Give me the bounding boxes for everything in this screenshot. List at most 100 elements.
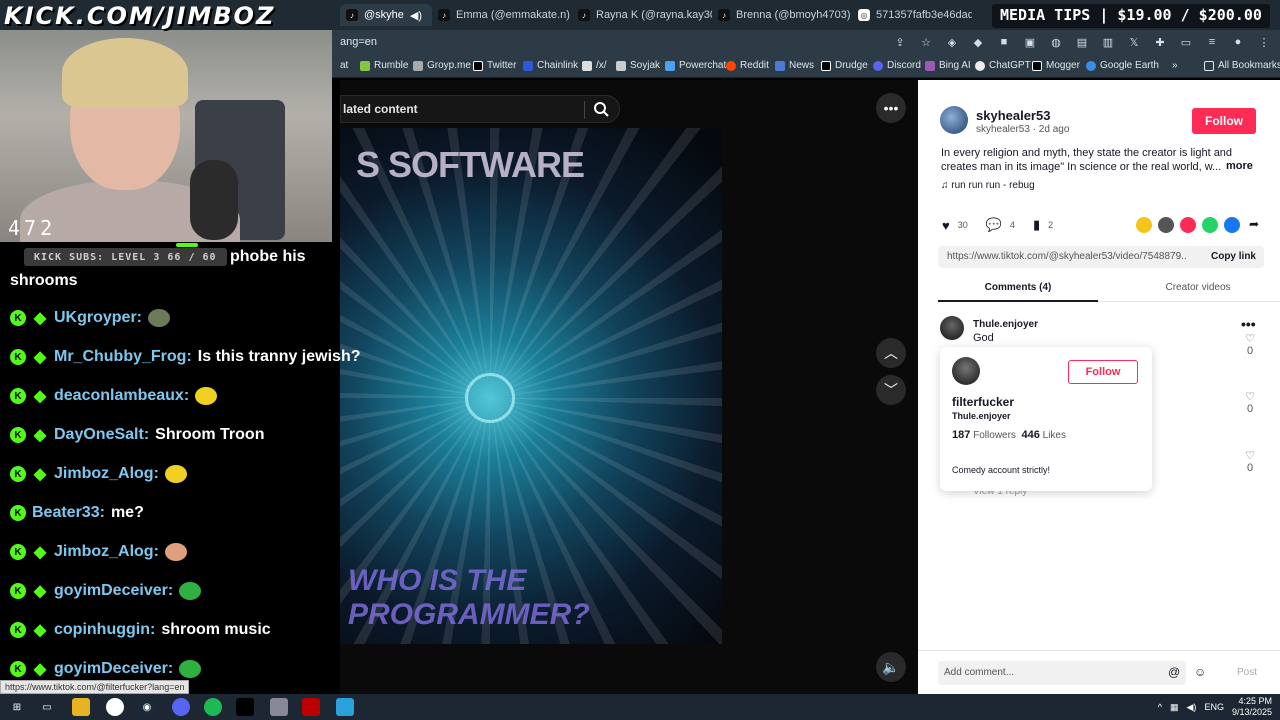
- comment-icon[interactable]: 💬: [986, 217, 1002, 233]
- bookmark-groyp[interactable]: Groyp.me: [413, 60, 471, 71]
- tab-hash[interactable]: ◎ 571357fafb3e46dad25216: [852, 4, 972, 26]
- music-row[interactable]: ♫ run run run - rebug: [941, 180, 1035, 191]
- puzzle-icon[interactable]: ✚: [1152, 34, 1168, 50]
- extension-icon[interactable]: ▣: [1022, 34, 1038, 50]
- heart-icon[interactable]: ♥: [942, 218, 950, 233]
- tab-emma[interactable]: ♪ Emma (@emmakate.n) | T ✕: [432, 4, 572, 26]
- windows-start-icon[interactable]: ⊞: [8, 698, 26, 716]
- chat-username[interactable]: DayOneSalt:: [54, 426, 149, 444]
- extension-icon[interactable]: ■: [996, 34, 1012, 50]
- comment-like[interactable]: ♡ 0: [1242, 332, 1258, 357]
- chrome-icon[interactable]: [106, 698, 124, 716]
- chat-username[interactable]: goyimDeceiver:: [54, 582, 173, 600]
- chat-username[interactable]: Jimboz_Alog:: [54, 465, 159, 483]
- sidepanel-icon[interactable]: ▭: [1178, 34, 1194, 50]
- volume-icon[interactable]: ◀): [1187, 702, 1197, 713]
- more-link[interactable]: more: [1226, 160, 1253, 172]
- author-avatar[interactable]: [940, 106, 968, 134]
- bookmark-powerchat[interactable]: Powerchat: [665, 60, 726, 71]
- comment-like[interactable]: ♡ 0: [1242, 449, 1258, 474]
- app-icon[interactable]: [270, 698, 288, 716]
- tab-brenna[interactable]: ♪ Brenna (@bmoyh4703) | T ✕: [712, 4, 852, 26]
- bookmarks-overflow[interactable]: »: [1172, 60, 1178, 71]
- extension-icon[interactable]: ◆: [970, 34, 986, 50]
- bookmark-rumble[interactable]: Rumble: [360, 60, 408, 71]
- bookmark-chainlink[interactable]: Chainlink: [523, 60, 578, 71]
- extension-icon[interactable]: ◈: [944, 34, 960, 50]
- tab-rayna[interactable]: ♪ Rayna K (@rayna.kay30) | ✕: [572, 4, 712, 26]
- extension-icon[interactable]: ▥: [1100, 34, 1116, 50]
- send-icon[interactable]: [1180, 217, 1196, 233]
- video-frame[interactable]: S SOFTWARE WHO IS THE PROGRAMMER?: [340, 128, 722, 644]
- facebook-icon[interactable]: [1224, 217, 1240, 233]
- bookmark-google-earth[interactable]: Google Earth: [1086, 60, 1159, 71]
- url-field[interactable]: ang=en: [340, 36, 377, 48]
- tab-skyhealer[interactable]: ♪ @skyhe ◀) ✕: [340, 4, 432, 26]
- profile-icon[interactable]: ●: [1230, 34, 1246, 50]
- bookmark-x[interactable]: /x/: [582, 60, 607, 71]
- extension-icon[interactable]: ▤: [1074, 34, 1090, 50]
- chat-username[interactable]: Jimboz_Alog:: [54, 543, 159, 561]
- chevron-up-icon[interactable]: ︿: [876, 338, 906, 368]
- file-explorer-icon[interactable]: [72, 698, 90, 716]
- copy-link-button[interactable]: Copy link: [1211, 251, 1256, 262]
- app-icon[interactable]: [302, 698, 320, 716]
- all-bookmarks[interactable]: All Bookmarks: [1204, 60, 1280, 71]
- chat-username[interactable]: Beater33:: [32, 504, 105, 522]
- tab-comments[interactable]: Comments (4): [938, 282, 1098, 293]
- search-box[interactable]: lated content: [340, 95, 620, 123]
- chat-username[interactable]: copinhuggin:: [54, 621, 155, 639]
- tab-creator-videos[interactable]: Creator videos: [1118, 282, 1278, 293]
- search-icon[interactable]: [593, 101, 609, 117]
- emoji-icon[interactable]: ☺: [1194, 665, 1206, 679]
- commenter-avatar[interactable]: [940, 316, 964, 340]
- more-options-icon[interactable]: •••: [876, 93, 906, 123]
- bookmark-twitter[interactable]: Twitter: [473, 60, 516, 71]
- comment-input[interactable]: Add comment...: [938, 661, 1186, 685]
- chat-username[interactable]: goyimDeceiver:: [54, 660, 173, 678]
- hover-card-avatar[interactable]: [952, 357, 980, 385]
- embed-icon[interactable]: [1158, 217, 1174, 233]
- whatsapp-icon[interactable]: [1202, 217, 1218, 233]
- bookmark-news[interactable]: News: [775, 60, 814, 71]
- chevron-down-icon[interactable]: ﹀: [876, 375, 906, 405]
- obs-icon[interactable]: [236, 698, 254, 716]
- bookmark-soyjak[interactable]: Soyjak: [616, 60, 660, 71]
- hover-card-name[interactable]: filterfucker: [952, 395, 1014, 409]
- language-indicator[interactable]: ENG: [1204, 702, 1224, 712]
- volume-icon[interactable]: 🔈: [876, 652, 906, 682]
- comment-more-icon[interactable]: •••: [1241, 316, 1256, 332]
- bookmark-drudge[interactable]: Drudge: [821, 60, 868, 71]
- mention-icon[interactable]: @: [1168, 665, 1180, 679]
- discord-icon[interactable]: [172, 698, 190, 716]
- follow-button[interactable]: Follow: [1192, 108, 1256, 134]
- hover-card-follow-button[interactable]: Follow: [1068, 360, 1138, 384]
- comment-like[interactable]: ♡ 0: [1242, 390, 1258, 415]
- share-icon[interactable]: ➦: [1246, 217, 1262, 233]
- chevron-up-icon[interactable]: ^: [1158, 702, 1162, 712]
- telegram-icon[interactable]: [336, 698, 354, 716]
- chat-username[interactable]: UKgroyper:: [54, 309, 142, 327]
- bookmark-bing[interactable]: Bing AI: [925, 60, 971, 71]
- commenter-name[interactable]: Thule.enjoyer: [973, 319, 1038, 330]
- star-icon[interactable]: ☆: [918, 34, 934, 50]
- bookmark-chatgpt[interactable]: ChatGPT: [975, 60, 1031, 71]
- steam-icon[interactable]: ◉: [138, 698, 156, 716]
- bookmark-mogger[interactable]: Mogger: [1032, 60, 1080, 71]
- friends-share-icon[interactable]: [1136, 217, 1152, 233]
- extension-icon[interactable]: ◍: [1048, 34, 1064, 50]
- chat-username[interactable]: Mr_Chubby_Frog:: [54, 348, 192, 366]
- spotify-icon[interactable]: [204, 698, 222, 716]
- bookmark-icon[interactable]: ▮: [1033, 217, 1040, 233]
- bookmark-discord[interactable]: Discord: [873, 60, 921, 71]
- post-button[interactable]: Post: [1237, 667, 1257, 678]
- clock[interactable]: 4:25 PM 9/13/2025: [1232, 696, 1272, 718]
- install-icon[interactable]: ⇪: [892, 34, 908, 50]
- chat-username[interactable]: deaconlambeaux:: [54, 387, 189, 405]
- kebab-icon[interactable]: ⋮: [1256, 34, 1272, 50]
- author-name[interactable]: skyhealer53: [976, 108, 1050, 123]
- bookmark-reddit[interactable]: Reddit: [726, 60, 769, 71]
- bookmark-at[interactable]: at: [340, 60, 348, 71]
- x-icon[interactable]: 𝕏: [1126, 34, 1142, 50]
- task-view-icon[interactable]: ▭: [38, 698, 56, 716]
